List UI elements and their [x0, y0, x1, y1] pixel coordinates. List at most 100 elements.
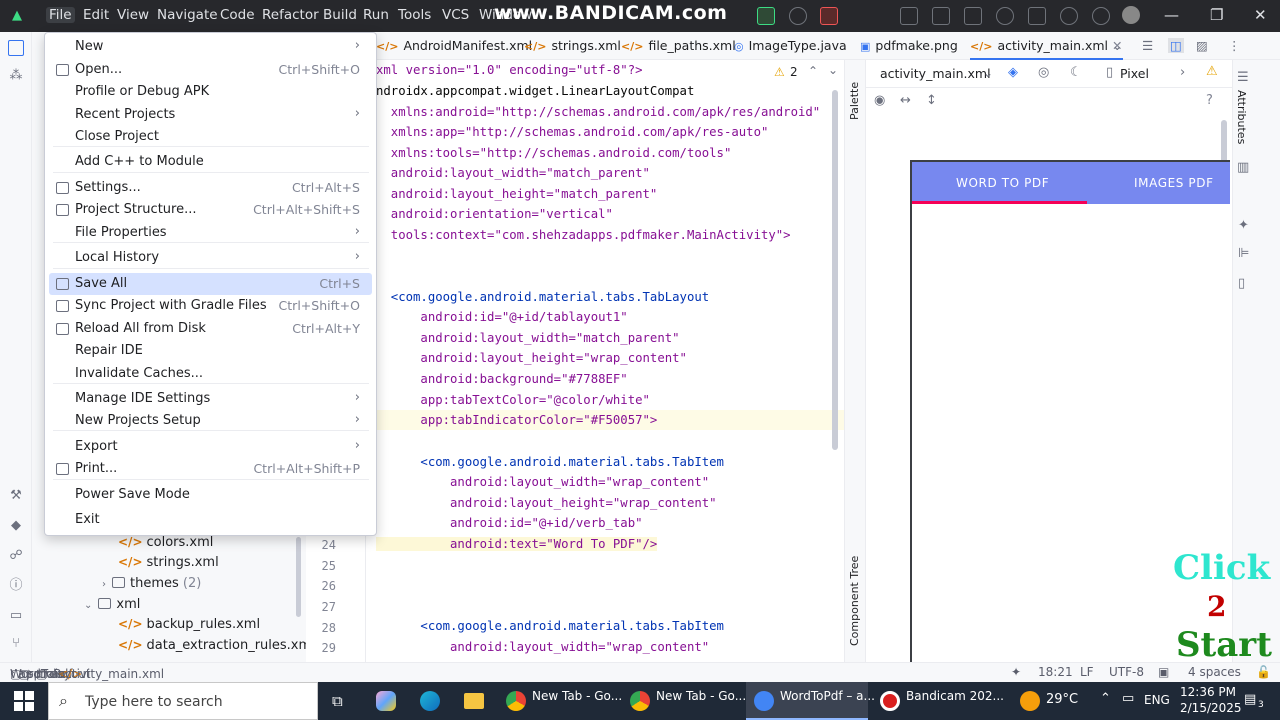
settings-gear-icon[interactable] — [1092, 7, 1110, 25]
attributes-tab[interactable]: Attributes — [1235, 90, 1248, 154]
design-surface-icon[interactable]: ◈ — [1008, 65, 1018, 80]
search-everywhere-icon[interactable] — [1060, 7, 1078, 25]
ai-sparkle-icon[interactable]: ✦ — [1011, 665, 1021, 679]
design-view-icon[interactable]: ▨ — [1196, 38, 1208, 53]
terminal-icon[interactable]: ▭ — [8, 608, 24, 624]
warning-icon[interactable]: ⚠ — [774, 65, 785, 79]
menu-item-print[interactable]: Print... Ctrl+Alt+Shift+P — [49, 458, 372, 480]
line-separator[interactable]: LF — [1080, 665, 1094, 679]
menu-run[interactable]: Run — [363, 7, 389, 23]
notifications-icon[interactable]: ☰ — [1237, 70, 1249, 85]
taskbar-search[interactable]: ⌕ Type here to search — [48, 682, 318, 720]
menu-item-export[interactable]: Export › — [49, 436, 372, 458]
tray-chevron-icon[interactable]: ⌃ — [1100, 691, 1111, 706]
tab-imagetype[interactable]: ◎ ImageType.java — [734, 38, 847, 53]
clock-date[interactable]: 2/15/2025 — [1180, 701, 1242, 715]
copilot-icon[interactable] — [376, 691, 396, 711]
eye-icon[interactable]: ◉ — [874, 93, 885, 108]
breadcrumb-item[interactable]: activity_main.xml — [58, 667, 164, 681]
windows-start-icon[interactable] — [14, 691, 34, 711]
weather-temp[interactable]: 29°C — [1046, 692, 1078, 707]
menu-item-add-c-to-module[interactable]: Add C++ to Module — [49, 151, 372, 173]
gemini-icon[interactable]: ✦ — [1238, 218, 1249, 233]
menu-navigate[interactable]: Navigate — [157, 7, 218, 23]
layout-inspector-icon[interactable]: ▥ — [1237, 160, 1249, 175]
menu-item-manage-ide-settings[interactable]: Manage IDE Settings › — [49, 388, 372, 410]
menu-item-new[interactable]: New › — [49, 36, 372, 58]
night-mode-icon[interactable]: ☾ — [1070, 65, 1082, 80]
tree-item[interactable]: </> colors.xml — [118, 535, 213, 550]
file-encoding[interactable]: UTF-8 — [1109, 665, 1144, 679]
menu-item-settings[interactable]: Settings... Ctrl+Alt+S — [49, 177, 372, 199]
task-view-icon[interactable]: ⧉ — [332, 692, 343, 710]
more-options-icon[interactable]: ⋮ — [1228, 38, 1241, 53]
taskbar-app-bandicam[interactable]: Bandicam 202... — [872, 682, 1004, 720]
bug-icon[interactable] — [996, 7, 1014, 25]
scrollbar[interactable] — [296, 537, 301, 617]
tab-strings[interactable]: </> strings.xml — [524, 38, 621, 53]
chevron-right-icon[interactable]: › — [1180, 65, 1185, 80]
tabs-dropdown-icon[interactable]: ⌄ — [1112, 38, 1122, 53]
taskbar-app-android-studio[interactable]: WordToPdf – a... — [746, 682, 875, 720]
maximize-icon[interactable]: ❐ — [1210, 6, 1223, 24]
menu-build[interactable]: Build — [323, 7, 357, 23]
notification-center-icon[interactable]: ▤ — [1244, 692, 1256, 707]
build-hammer-icon[interactable]: ⚒ — [8, 488, 24, 504]
tree-item[interactable]: </> backup_rules.xml — [118, 617, 260, 632]
tree-item[interactable]: </> data_extraction_rules.xml — [118, 638, 315, 653]
palette-tab[interactable]: Palette — [848, 72, 861, 120]
split-view-icon[interactable]: ◫ — [1168, 38, 1184, 53]
project-folder-icon[interactable] — [8, 40, 24, 56]
chevron-up-icon[interactable]: ⌃ — [808, 64, 818, 78]
logcat-icon[interactable]: ☍ — [8, 548, 24, 564]
network-icon[interactable]: ▭ — [1122, 691, 1134, 706]
menu-item-close-project[interactable]: Close Project — [49, 126, 372, 148]
menu-item-exit[interactable]: Exit — [49, 509, 372, 531]
margin-icon[interactable]: ↔ — [900, 93, 911, 108]
code-editor[interactable]: ⚠ 2 ⌃ ⌄ xml version="1.0" encoding="utf-… — [366, 60, 844, 662]
menu-vcs[interactable]: VCS — [442, 7, 469, 23]
tab-activity-main[interactable]: </> activity_main.xml ✕ — [970, 38, 1123, 60]
layout-file-select[interactable]: activity_main.xml — [880, 66, 991, 81]
editor-scrollbar[interactable] — [832, 90, 838, 450]
device-mirror-icon[interactable]: ⊫ — [1238, 246, 1249, 261]
tab-androidmanifest[interactable]: </> AndroidManifest.xml — [376, 38, 532, 53]
tree-folder[interactable]: ⌄ xml — [84, 597, 140, 612]
menu-item-repair-ide[interactable]: Repair IDE — [49, 340, 372, 362]
sdk-manager-icon[interactable] — [932, 7, 950, 25]
clock-time[interactable]: 12:36 PM — [1180, 685, 1236, 699]
orientation-icon[interactable]: ◎ — [1038, 65, 1049, 80]
edge-icon[interactable] — [420, 691, 440, 711]
menu-item-file-properties[interactable]: File Properties › — [49, 222, 372, 244]
stop-icon[interactable] — [820, 7, 838, 25]
component-tree-tab[interactable]: Component Tree — [848, 546, 861, 646]
menu-item-recent-projects[interactable]: Recent Projects › — [49, 104, 372, 126]
menu-item-save-all[interactable]: Save All Ctrl+S — [49, 273, 372, 295]
help-icon[interactable]: ? — [1206, 93, 1213, 108]
gem-icon[interactable]: ◆ — [8, 518, 24, 534]
menu-item-reload-all-from-disk[interactable]: Reload All from Disk Ctrl+Alt+Y — [49, 318, 372, 340]
menu-item-invalidate-caches[interactable]: Invalidate Caches... — [49, 363, 372, 385]
device-select[interactable]: Pixel — [1120, 66, 1149, 81]
menu-code[interactable]: Code — [220, 7, 255, 23]
running-devices-icon[interactable]: ▯ — [1238, 276, 1245, 291]
tab-pdfmake[interactable]: ▣ pdfmake.png — [860, 38, 958, 53]
indent-setting[interactable]: 4 spaces — [1188, 665, 1241, 679]
avd-icon[interactable] — [964, 7, 982, 25]
weather-icon[interactable] — [1020, 691, 1040, 711]
tab-file-paths[interactable]: </> file_paths.xml — [621, 38, 736, 53]
tree-folder[interactable]: › themes (2) — [102, 576, 201, 591]
menu-edit[interactable]: Edit — [83, 7, 109, 23]
menu-file[interactable]: File — [46, 7, 75, 23]
menu-item-open[interactable]: Open... Ctrl+Shift+O — [49, 59, 372, 81]
avatar[interactable] — [1122, 6, 1140, 24]
version-control-icon[interactable]: ⑂ — [8, 636, 24, 652]
structure-icon[interactable]: ⁂ — [8, 68, 24, 84]
menu-item-local-history[interactable]: Local History › — [49, 247, 372, 269]
code-with-me-icon[interactable] — [1028, 7, 1046, 25]
warning-icon[interactable]: ⚠ — [1206, 64, 1218, 79]
menu-item-new-projects-setup[interactable]: New Projects Setup › — [49, 410, 372, 432]
device-manager-icon[interactable] — [900, 7, 918, 25]
file-explorer-icon[interactable] — [464, 693, 484, 709]
menu-item-project-structure[interactable]: Project Structure... Ctrl+Alt+Shift+S — [49, 199, 372, 221]
